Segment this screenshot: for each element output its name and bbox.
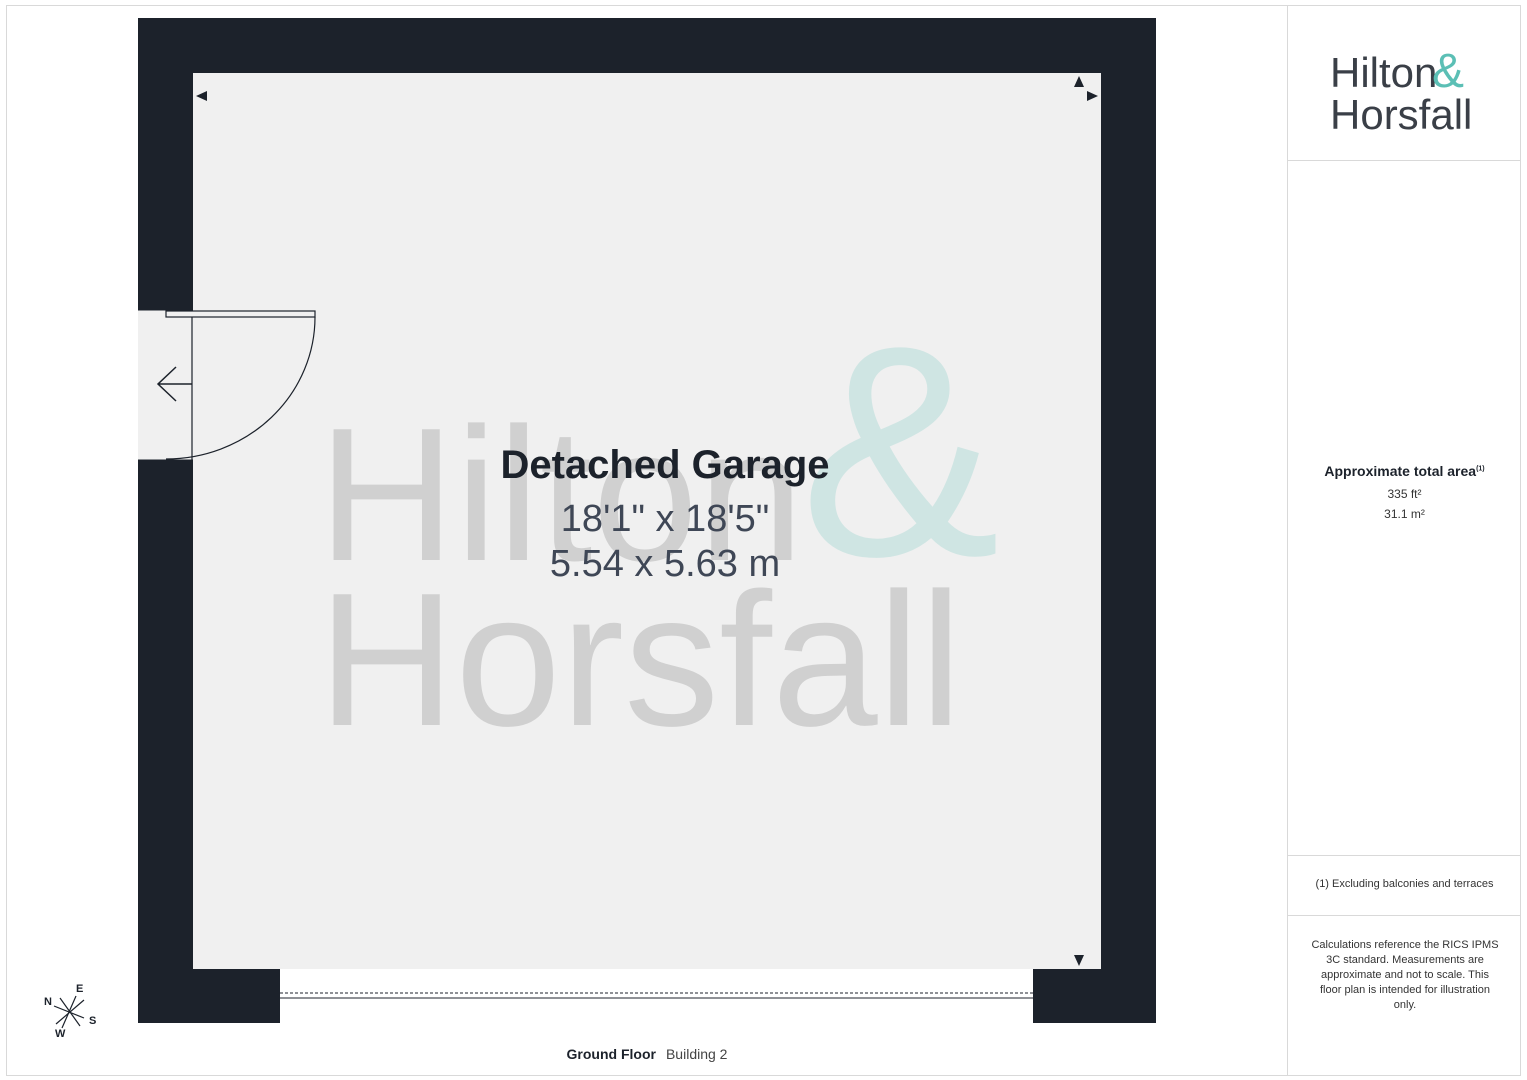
watermark-line2: Horsfall — [318, 554, 962, 766]
info-panel: Hilton & Horsfall Approximate total area… — [1287, 5, 1521, 1076]
disclaimer: Calculations reference the RICS IPMS 3C … — [1311, 939, 1499, 1011]
compass-icon — [53, 995, 85, 1029]
compass-w: W — [55, 1028, 66, 1040]
room-dimensions-metric: 5.54 x 5.63 m — [550, 543, 780, 585]
side-door-opening — [138, 310, 193, 460]
floor-plan: & Hilton Horsfall Detached Garage 18'1" … — [138, 18, 1156, 1023]
compass-rose: N E S W — [40, 982, 102, 1044]
area-title: Approximate total area(1) — [1288, 463, 1521, 479]
room-name: Detached Garage — [500, 443, 829, 487]
area-title-text: Approximate total area — [1324, 463, 1477, 479]
floor-label: Ground Floor — [566, 1046, 656, 1062]
compass-s: S — [89, 1015, 97, 1027]
footnote: (1) Excluding balconies and terraces — [1315, 878, 1494, 890]
room-dimensions-imperial: 18'1" x 18'5" — [561, 498, 769, 540]
compass-n: N — [44, 996, 52, 1008]
area-summary: Approximate total area(1) 335 ft² 31.1 m… — [1288, 463, 1521, 521]
divider — [1288, 160, 1521, 161]
building-label: Building 2 — [665, 1046, 728, 1062]
brand-logo: Hilton & Horsfall — [1330, 45, 1472, 138]
floor-caption: Ground Floor Building 2 — [0, 1046, 1294, 1062]
divider — [1288, 915, 1521, 916]
logo-line1: Hilton — [1330, 49, 1437, 96]
logo-line2: Horsfall — [1330, 91, 1472, 138]
area-title-note: (1) — [1476, 465, 1485, 473]
garage-door-opening — [280, 969, 1033, 1023]
area-imperial: 335 ft² — [1387, 487, 1422, 501]
divider — [1288, 855, 1521, 856]
compass-e: E — [76, 983, 84, 995]
area-metric: 31.1 m² — [1384, 507, 1425, 521]
